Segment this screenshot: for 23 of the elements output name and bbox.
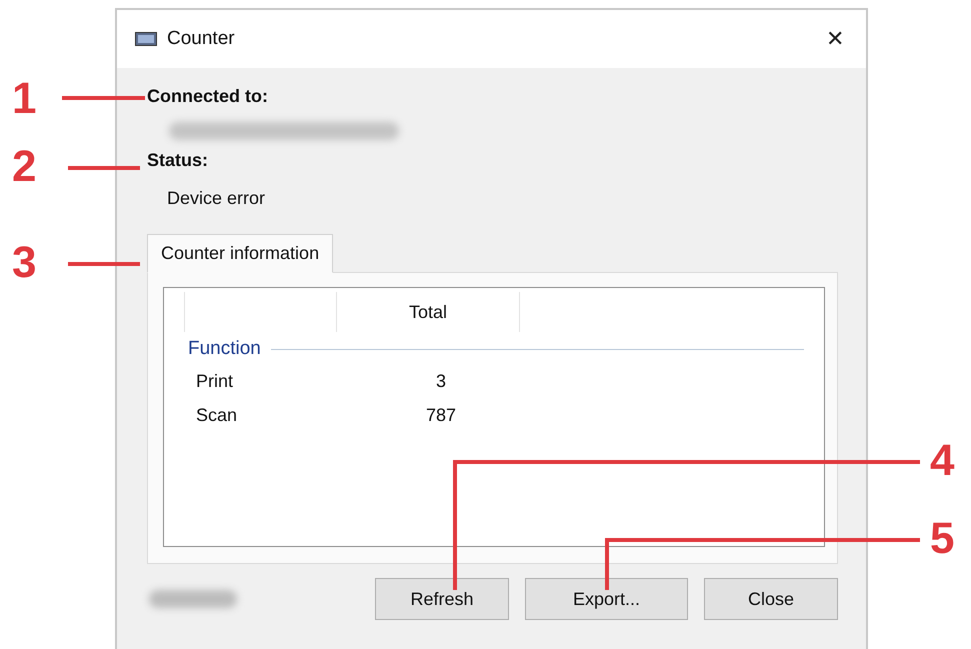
function-cell-text: Print bbox=[196, 370, 234, 392]
count-cell-text: 3 bbox=[434, 370, 447, 392]
close-button[interactable]: ✕ bbox=[822, 26, 848, 52]
status-label: Status: bbox=[147, 150, 210, 172]
callout-number: 3 bbox=[12, 238, 36, 288]
status-value: Device error bbox=[167, 188, 266, 209]
count-cell-text: 787 bbox=[424, 404, 458, 426]
counter-app-icon bbox=[135, 32, 157, 46]
dialog-button[interactable]: Refresh bbox=[375, 578, 509, 620]
column-header[interactable]: Total bbox=[336, 292, 519, 332]
tab[interactable]: Counter information bbox=[147, 234, 334, 273]
leader-line bbox=[68, 262, 140, 266]
dialog-button[interactable]: Export... bbox=[525, 578, 688, 620]
window-title: Counter bbox=[167, 28, 236, 50]
function-cell-text: Scan bbox=[196, 404, 238, 426]
callout-number: 1 bbox=[12, 74, 36, 124]
leader-line bbox=[68, 166, 140, 170]
callout-number: 2 bbox=[12, 142, 36, 192]
connected-label: Connected to: bbox=[147, 86, 269, 108]
dialog-button[interactable]: Close bbox=[704, 578, 838, 620]
callout-number: 4 bbox=[930, 436, 954, 486]
callout-number: 5 bbox=[930, 514, 954, 564]
group-header: Function bbox=[188, 338, 261, 360]
